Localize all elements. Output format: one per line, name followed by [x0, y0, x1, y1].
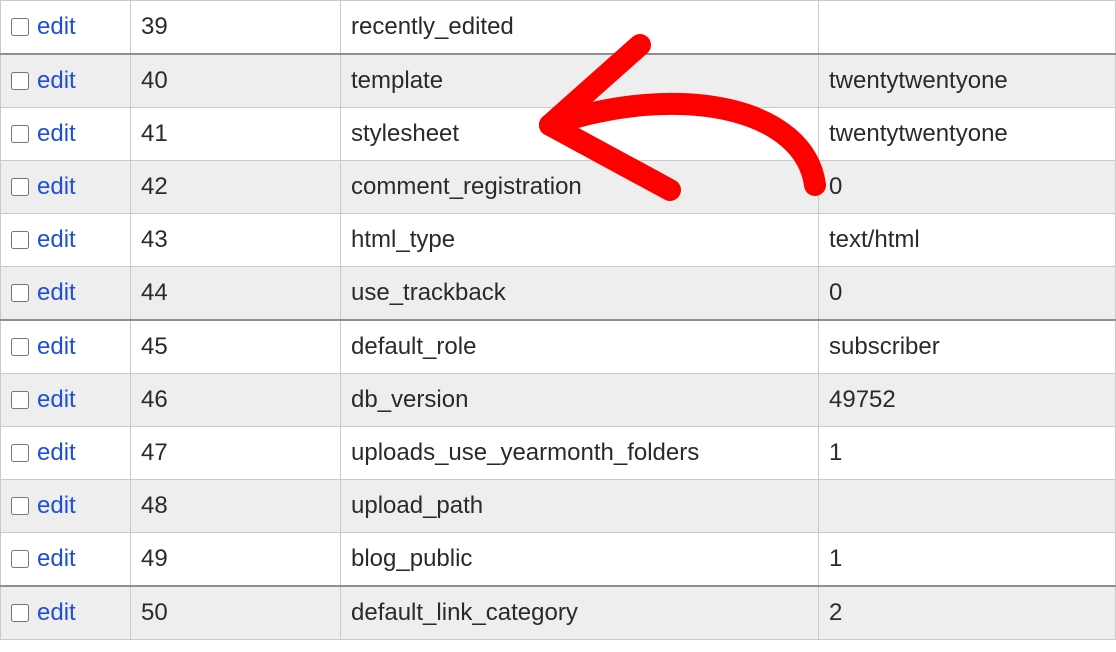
option-id: 39 [131, 1, 341, 55]
option-value: 0 [819, 161, 1116, 214]
row-checkbox[interactable] [11, 338, 29, 356]
edit-cell: edit [1, 1, 131, 55]
option-name: default_link_category [341, 586, 819, 640]
row-checkbox[interactable] [11, 125, 29, 143]
edit-link[interactable]: edit [37, 226, 76, 254]
option-id: 50 [131, 586, 341, 640]
option-name: html_type [341, 214, 819, 267]
table-row: edit 43 html_type text/html [1, 214, 1116, 267]
option-value: 2 [819, 586, 1116, 640]
table-row: edit 50 default_link_category 2 [1, 586, 1116, 640]
edit-cell: edit [1, 427, 131, 480]
edit-link[interactable]: edit [37, 492, 76, 520]
edit-link[interactable]: edit [37, 67, 76, 95]
edit-cell: edit [1, 161, 131, 214]
edit-cell: edit [1, 320, 131, 374]
edit-link[interactable]: edit [37, 279, 76, 307]
row-checkbox[interactable] [11, 72, 29, 90]
table-row: edit 39 recently_edited [1, 1, 1116, 55]
table-row: edit 40 template twentytwentyone [1, 54, 1116, 108]
row-checkbox[interactable] [11, 604, 29, 622]
table-row: edit 46 db_version 49752 [1, 374, 1116, 427]
edit-link[interactable]: edit [37, 13, 76, 41]
edit-cell: edit [1, 54, 131, 108]
table-row: edit 42 comment_registration 0 [1, 161, 1116, 214]
edit-link[interactable]: edit [37, 173, 76, 201]
row-checkbox[interactable] [11, 284, 29, 302]
option-id: 44 [131, 267, 341, 321]
table-row: edit 45 default_role subscriber [1, 320, 1116, 374]
option-name: db_version [341, 374, 819, 427]
option-value [819, 1, 1116, 55]
option-value: text/html [819, 214, 1116, 267]
table-row: edit 41 stylesheet twentytwentyone [1, 108, 1116, 161]
option-value: 1 [819, 533, 1116, 587]
row-checkbox[interactable] [11, 18, 29, 36]
edit-cell: edit [1, 108, 131, 161]
option-value: 49752 [819, 374, 1116, 427]
table-row: edit 44 use_trackback 0 [1, 267, 1116, 321]
option-name: recently_edited [341, 1, 819, 55]
table-row: edit 48 upload_path [1, 480, 1116, 533]
table-row: edit 47 uploads_use_yearmonth_folders 1 [1, 427, 1116, 480]
edit-cell: edit [1, 214, 131, 267]
edit-link[interactable]: edit [37, 599, 76, 627]
option-id: 48 [131, 480, 341, 533]
row-checkbox[interactable] [11, 444, 29, 462]
row-checkbox[interactable] [11, 178, 29, 196]
option-name: blog_public [341, 533, 819, 587]
option-id: 47 [131, 427, 341, 480]
option-id: 46 [131, 374, 341, 427]
edit-cell: edit [1, 374, 131, 427]
edit-link[interactable]: edit [37, 545, 76, 573]
option-value [819, 480, 1116, 533]
option-id: 40 [131, 54, 341, 108]
edit-cell: edit [1, 480, 131, 533]
option-value: subscriber [819, 320, 1116, 374]
row-checkbox[interactable] [11, 497, 29, 515]
option-name: upload_path [341, 480, 819, 533]
option-id: 45 [131, 320, 341, 374]
row-checkbox[interactable] [11, 231, 29, 249]
option-name: template [341, 54, 819, 108]
option-value: twentytwentyone [819, 54, 1116, 108]
option-id: 49 [131, 533, 341, 587]
option-id: 43 [131, 214, 341, 267]
option-id: 41 [131, 108, 341, 161]
edit-link[interactable]: edit [37, 439, 76, 467]
edit-cell: edit [1, 586, 131, 640]
row-checkbox[interactable] [11, 550, 29, 568]
edit-link[interactable]: edit [37, 386, 76, 414]
option-value: twentytwentyone [819, 108, 1116, 161]
option-id: 42 [131, 161, 341, 214]
edit-link[interactable]: edit [37, 333, 76, 361]
option-name: use_trackback [341, 267, 819, 321]
option-name: default_role [341, 320, 819, 374]
edit-cell: edit [1, 267, 131, 321]
option-value: 0 [819, 267, 1116, 321]
option-name: comment_registration [341, 161, 819, 214]
edit-link[interactable]: edit [37, 120, 76, 148]
row-checkbox[interactable] [11, 391, 29, 409]
option-name: stylesheet [341, 108, 819, 161]
table-row: edit 49 blog_public 1 [1, 533, 1116, 587]
edit-cell: edit [1, 533, 131, 587]
option-name: uploads_use_yearmonth_folders [341, 427, 819, 480]
option-value: 1 [819, 427, 1116, 480]
options-table: edit 39 recently_edited edit 40 template… [0, 0, 1116, 640]
